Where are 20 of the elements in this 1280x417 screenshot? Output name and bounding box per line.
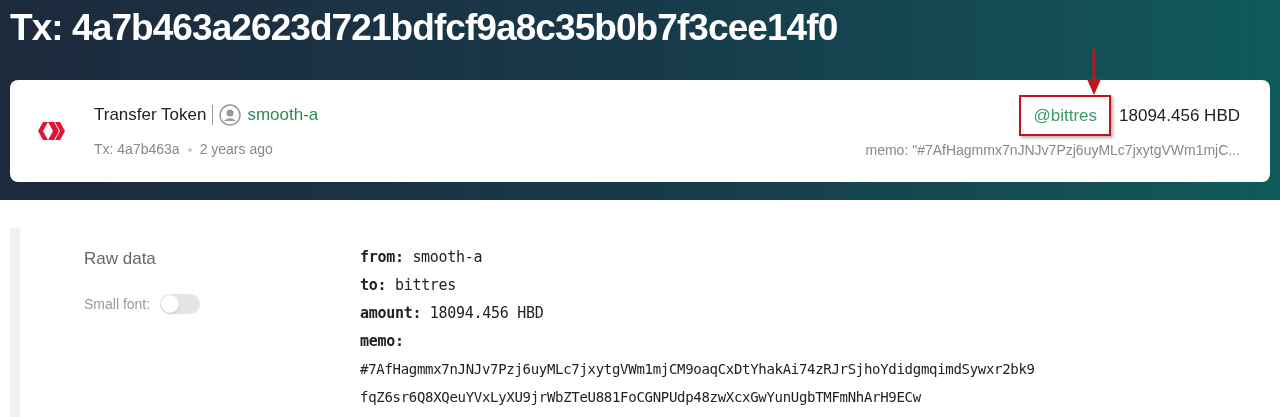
raw-field: amount: 18094.456 HBD bbox=[360, 302, 1035, 324]
raw-field: from: smooth-a bbox=[360, 246, 1035, 268]
hive-logo-icon bbox=[38, 120, 68, 142]
small-font-toggle[interactable] bbox=[160, 294, 201, 314]
section-heading: Raw data bbox=[84, 248, 157, 270]
tx-id: Tx: 4a7b463a bbox=[94, 140, 180, 160]
page-title: Tx: 4a7b463a2623d721bdfcf9a8c35b0b7f3cee14f0 bbox=[10, 6, 839, 50]
memo-preview: memo: "#7AfHagmmx7nJNJv7Pzj6uyMLc7jxytgVWm1mjC... bbox=[865, 141, 1240, 161]
operation-name: Transfer Token bbox=[94, 103, 207, 126]
toggle-label: Small font: bbox=[84, 294, 151, 314]
arrow-icon bbox=[1087, 48, 1101, 95]
memo-line: fqZ6sr6Q8XQeuYVxLyXU9jrWbZTeU881FoCGNPUdp48zwXcxGwYunUgbTMFmNhArH9ECw bbox=[360, 388, 922, 407]
account-link[interactable]: smooth-a bbox=[247, 101, 319, 128]
field-key: memo: bbox=[360, 330, 1035, 352]
time-ago: 2 years ago bbox=[199, 140, 273, 160]
recipient-link[interactable]: @bittres bbox=[1025, 100, 1105, 131]
memo-line: #7AfHagmmx7nJNJv7Pzj6uyMLc7jxytgVWm1mjCM9oaqCxDtYhakAi74zRJrSjhoYdidgmqimdSywxr2bk9 bbox=[360, 360, 1035, 379]
raw-field: to: bittres bbox=[360, 274, 1035, 296]
avatar-icon bbox=[219, 103, 242, 126]
amount: 18094.456 HBD bbox=[1119, 104, 1240, 127]
